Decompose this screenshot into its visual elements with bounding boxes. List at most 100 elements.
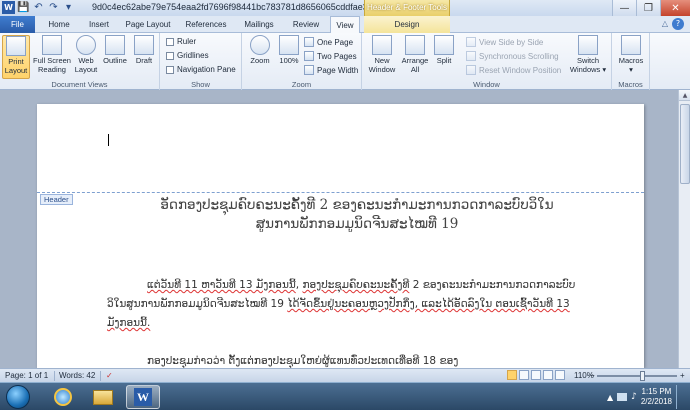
- file-explorer-icon[interactable]: [86, 385, 120, 409]
- switch-windows-button[interactable]: Switch Windows ▾: [568, 35, 608, 74]
- word-app-icon[interactable]: W: [2, 1, 15, 14]
- heading-line-1: ອັດກອງປະຊຸມຄົບຄະນະຄັ້ງທີ 2 ຂອງຄະນະກຳມະກາ…: [160, 197, 554, 213]
- synchronous-scrolling-button[interactable]: Synchronous Scrolling: [466, 51, 559, 61]
- window-controls: — ❐ ✕: [612, 0, 690, 16]
- magnifier-icon: [250, 35, 270, 55]
- one-page-button[interactable]: One Page: [304, 37, 353, 47]
- vertical-scrollbar[interactable]: ▲: [678, 90, 690, 368]
- new-window-label: New Window: [368, 56, 396, 74]
- document-page[interactable]: Header ອັດກອງປະຊຸມຄົບຄະນະຄັ້ງທີ 2 ຂອງຄະນ…: [37, 104, 644, 368]
- switch-windows-icon: [578, 35, 598, 55]
- tab-mailings[interactable]: Mailings: [234, 16, 284, 33]
- tab-home[interactable]: Home: [38, 16, 80, 33]
- group-show: Ruler Gridlines Navigation Pane Show: [160, 33, 242, 90]
- word-count[interactable]: Words: 42: [59, 371, 95, 380]
- proofing-icon[interactable]: ✓: [106, 371, 113, 380]
- save-icon[interactable]: 💾: [17, 1, 30, 14]
- web-layout-view-icon[interactable]: [531, 370, 541, 380]
- ribbon-tabs: File Home Insert Page Layout References …: [0, 16, 690, 34]
- undo-icon[interactable]: ↶: [32, 1, 45, 14]
- web-layout-button[interactable]: Web Layout: [73, 35, 99, 74]
- arrange-all-button[interactable]: Arrange All: [400, 35, 430, 74]
- zoom-button[interactable]: Zoom: [246, 35, 274, 65]
- minimize-ribbon-icon[interactable]: △: [662, 19, 668, 28]
- customize-qat-icon[interactable]: ▾: [62, 1, 75, 14]
- web-layout-icon: [76, 35, 96, 55]
- view-side-by-side-label: View Side by Side: [479, 37, 544, 47]
- draft-view-icon[interactable]: [555, 370, 565, 380]
- full-screen-reading-icon: [42, 35, 62, 55]
- group-label-macros: Macros: [618, 80, 643, 89]
- volume-icon[interactable]: ♪: [631, 392, 637, 402]
- tab-references[interactable]: References: [178, 16, 234, 33]
- sync-scroll-icon: [466, 51, 476, 61]
- clock-time: 1:15 PM: [641, 387, 672, 396]
- zoom-in-icon[interactable]: +: [680, 371, 685, 380]
- zoom-slider-track[interactable]: [597, 375, 677, 377]
- tab-insert[interactable]: Insert: [80, 16, 118, 33]
- scroll-up-icon[interactable]: ▲: [679, 90, 690, 101]
- outline-button[interactable]: Outline: [100, 35, 130, 65]
- page-width-button[interactable]: Page Width: [304, 65, 358, 75]
- header-tag[interactable]: Header: [40, 194, 73, 205]
- page-count[interactable]: Page: 1 of 1: [5, 371, 48, 380]
- heading-line-2: ສູນການພັກກອມມູນິດຈີນສະໄໝທີ 19: [255, 216, 459, 232]
- tab-file[interactable]: File: [0, 16, 35, 33]
- view-side-by-side-button[interactable]: View Side by Side: [466, 37, 543, 47]
- close-button[interactable]: ✕: [660, 0, 690, 16]
- window-title: 9d0c4ec62abe79e754eaa2fd7696f98441bc7837…: [92, 2, 411, 12]
- full-screen-reading-label: Full Screen Reading: [33, 56, 71, 74]
- tab-design[interactable]: Design: [364, 16, 450, 33]
- gridlines-checkbox[interactable]: Gridlines: [166, 51, 209, 60]
- print-layout-view-icon[interactable]: [507, 370, 517, 380]
- macros-button[interactable]: Macros ▾: [616, 35, 646, 74]
- navigation-pane-checkbox[interactable]: Navigation Pane: [166, 65, 236, 74]
- macros-label: Macros ▾: [618, 56, 644, 74]
- draft-label: Draft: [135, 56, 153, 65]
- group-label-document-views: Document Views: [51, 80, 108, 89]
- scroll-thumb[interactable]: [680, 104, 690, 184]
- help-icon[interactable]: ?: [672, 18, 684, 30]
- tab-review[interactable]: Review: [284, 16, 328, 33]
- minimize-button[interactable]: —: [612, 0, 636, 16]
- print-layout-button[interactable]: Print Layout: [2, 35, 30, 79]
- full-screen-view-icon[interactable]: [519, 370, 529, 380]
- navigation-pane-checkbox-box: [166, 65, 174, 74]
- macros-icon: [621, 35, 641, 55]
- show-desktop-button[interactable]: [676, 385, 684, 409]
- internet-explorer-icon[interactable]: [46, 385, 80, 409]
- two-pages-button[interactable]: Two Pages: [304, 51, 357, 61]
- network-icon[interactable]: [617, 393, 628, 401]
- start-button[interactable]: [6, 385, 30, 409]
- new-window-button[interactable]: New Window: [366, 35, 398, 74]
- ruler-label: Ruler: [177, 37, 197, 46]
- maximize-button[interactable]: ❐: [636, 0, 660, 16]
- status-bar: Page: 1 of 1 Words: 42 ✓ 110% − +: [0, 368, 690, 382]
- word-taskbar-glyph: W: [134, 388, 152, 406]
- outline-view-icon[interactable]: [543, 370, 553, 380]
- side-by-side-icon: [466, 37, 476, 47]
- draft-icon: [134, 35, 154, 55]
- group-window: New Window Arrange All Split View Side b…: [362, 33, 612, 90]
- zoom-100-button[interactable]: 100%: [276, 35, 302, 65]
- zoom-out-icon[interactable]: −: [590, 371, 595, 380]
- print-layout-label: Print Layout: [4, 57, 28, 75]
- clock[interactable]: 1:15 PM 2/2/2018: [641, 387, 672, 407]
- split-button[interactable]: Split: [432, 35, 456, 65]
- tray-arrow-icon[interactable]: ▲: [607, 393, 613, 402]
- reset-window-position-label: Reset Window Position: [479, 65, 562, 75]
- reset-window-position-button[interactable]: Reset Window Position: [466, 65, 561, 75]
- redo-icon[interactable]: ↷: [47, 1, 60, 14]
- draft-button[interactable]: Draft: [132, 35, 156, 65]
- full-screen-reading-button[interactable]: Full Screen Reading: [32, 35, 72, 74]
- tab-page-layout[interactable]: Page Layout: [118, 16, 178, 33]
- zoom-slider-knob[interactable]: [640, 371, 645, 381]
- ruler-checkbox[interactable]: Ruler: [166, 37, 196, 46]
- tab-view[interactable]: View: [330, 16, 360, 34]
- paragraph-1[interactable]: ແຕ່ວັນທີ 11 ຫາວັນທີ 13 ມັງກອນນີ້, ກອງປະຊ…: [107, 276, 577, 333]
- switch-windows-label: Switch Windows ▾: [569, 56, 607, 74]
- word-taskbar-icon[interactable]: W: [126, 385, 160, 409]
- header-boundary: [37, 192, 644, 193]
- document-heading[interactable]: ອັດກອງປະຊຸມຄົບຄະນະຄັ້ງທີ 2 ຂອງຄະນະກຳມະກາ…: [127, 196, 587, 234]
- header-footer-tools-label: Header & Footer Tools: [364, 0, 450, 16]
